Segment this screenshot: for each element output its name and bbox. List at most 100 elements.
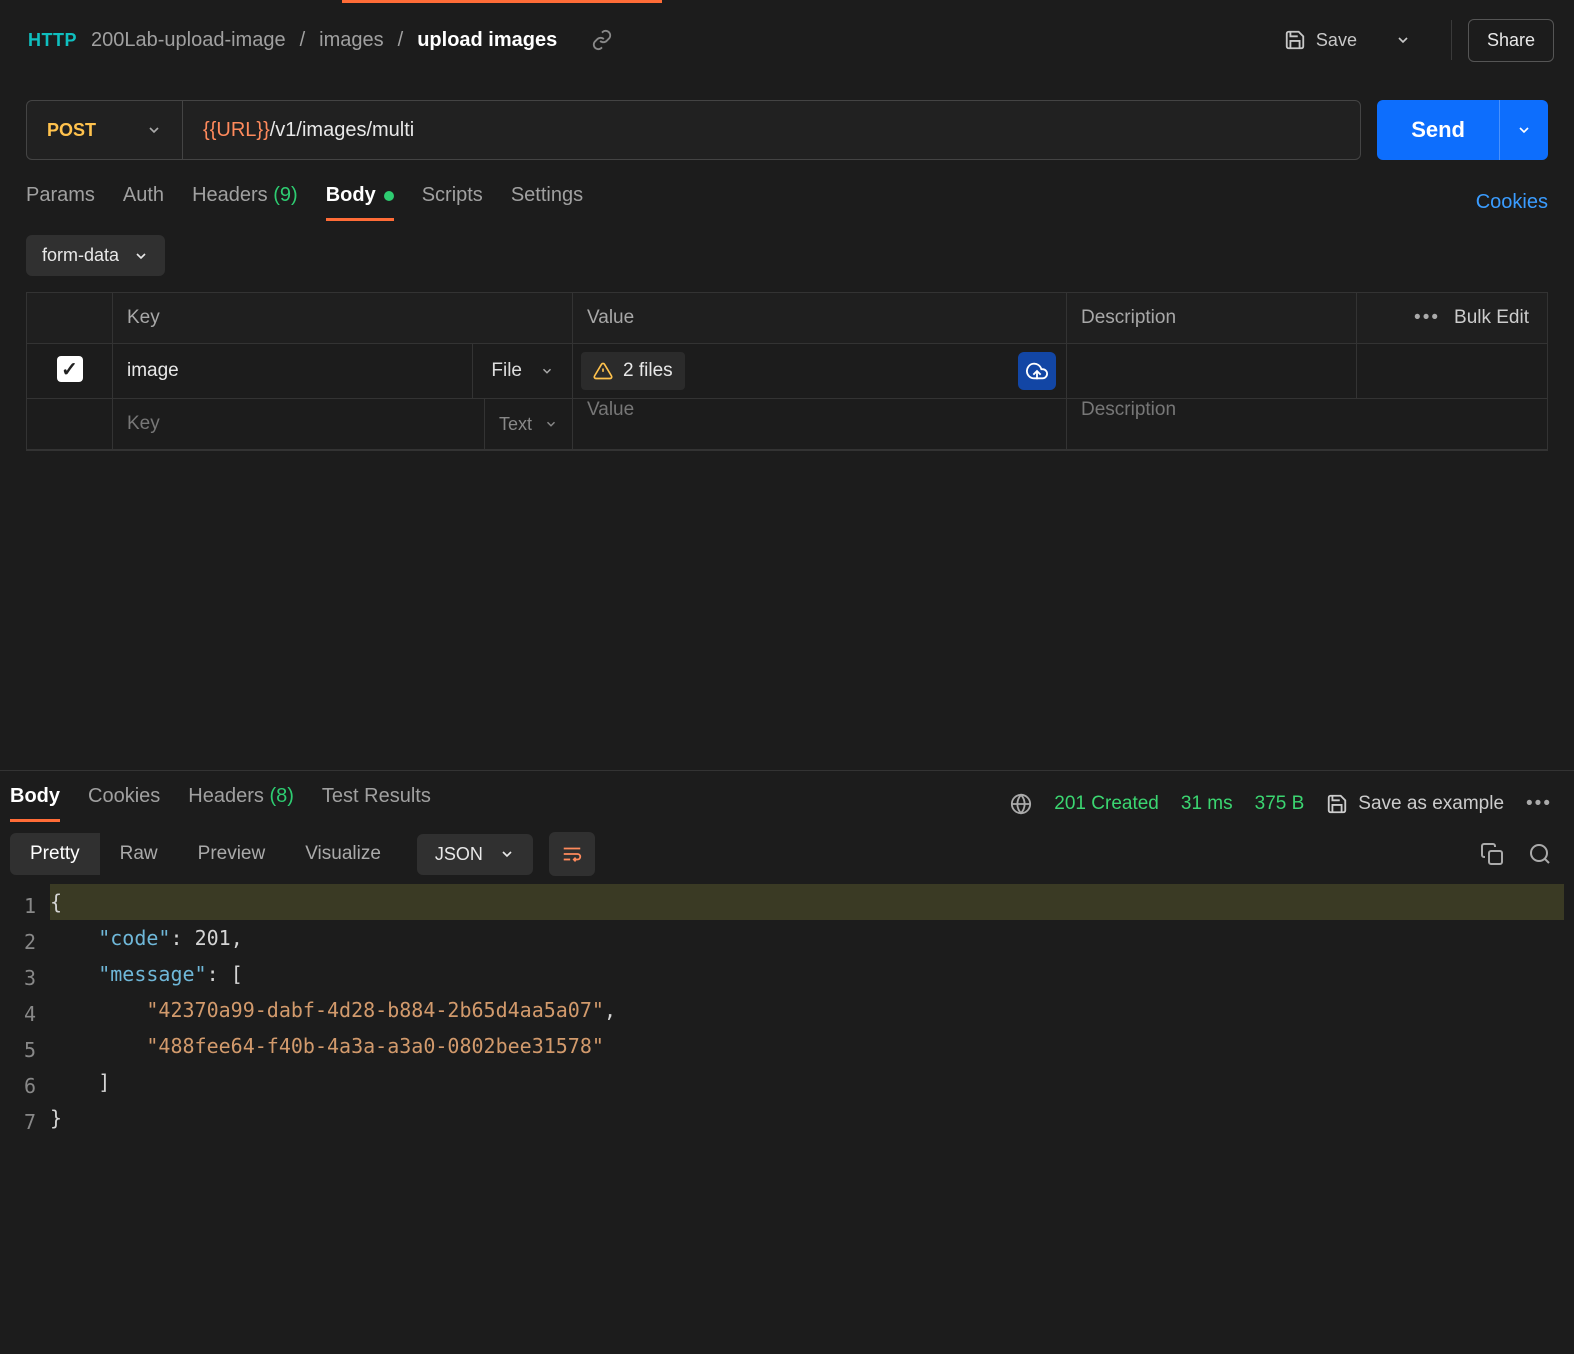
row-end [1357, 344, 1547, 398]
line-number: 3 [24, 960, 36, 996]
resp-tab-cookies[interactable]: Cookies [88, 785, 160, 822]
line-number: 1 [24, 888, 36, 924]
more-icon[interactable]: ••• [1414, 307, 1440, 329]
resp-tab-headers[interactable]: Headers (8) [188, 785, 294, 822]
desc-cell: Description [1067, 399, 1547, 449]
mode-pretty[interactable]: Pretty [10, 833, 100, 875]
right-icons [1480, 842, 1552, 866]
wrap-lines-button[interactable] [549, 832, 595, 876]
mode-visualize-label: Visualize [305, 843, 381, 864]
response-time: 31 ms [1181, 793, 1233, 815]
desc-input[interactable]: Description [1067, 385, 1190, 434]
tab-scripts-label: Scripts [422, 184, 483, 206]
http-icon: HTTP [28, 30, 77, 51]
row-checkbox-cell: ✓ [27, 344, 113, 398]
cloud-upload-icon[interactable] [1018, 352, 1056, 390]
line-number: 6 [24, 1068, 36, 1104]
key-cell: Key Text [113, 399, 573, 449]
code-line: { [50, 884, 1564, 920]
value-input[interactable]: Value [573, 385, 648, 434]
line-number: 2 [24, 924, 36, 960]
resp-tab-headers-label: Headers [188, 785, 264, 807]
tab-settings-label: Settings [511, 184, 583, 206]
cookies-link[interactable]: Cookies [1476, 191, 1548, 214]
breadcrumb-mid[interactable]: images [319, 29, 383, 52]
key-type-select[interactable]: File [472, 344, 572, 398]
tab-scripts[interactable]: Scripts [422, 184, 483, 221]
col-value-header: Value [573, 293, 1067, 343]
header-right: Save Share [1272, 19, 1554, 62]
response-tabs: Body Cookies Headers (8) Test Results [10, 785, 431, 822]
code-line: "message": [ [50, 956, 1564, 992]
tab-auth[interactable]: Auth [123, 184, 164, 221]
mode-pretty-label: Pretty [30, 843, 80, 864]
mode-raw[interactable]: Raw [100, 833, 178, 875]
table-header: Key Value Description ••• Bulk Edit [27, 293, 1547, 344]
line-number: 7 [24, 1104, 36, 1140]
tab-headers[interactable]: Headers (9) [192, 184, 298, 221]
send-button[interactable]: Send [1377, 100, 1499, 160]
breadcrumb-root[interactable]: 200Lab-upload-image [91, 29, 286, 52]
key-input[interactable]: image [113, 346, 193, 396]
code-area: 1 2 3 4 5 6 7 { "code": 201, "message": … [10, 884, 1564, 1144]
modified-dot-icon [384, 191, 394, 201]
breadcrumb-leaf[interactable]: upload images [417, 29, 557, 52]
mode-visualize[interactable]: Visualize [285, 833, 401, 875]
tab-body[interactable]: Body [326, 184, 394, 221]
cookies-label: Cookies [1476, 191, 1548, 213]
body-type-label: form-data [42, 245, 119, 266]
url-variable: {{URL}} [203, 119, 270, 142]
method-select[interactable]: POST [27, 101, 183, 159]
resp-tab-test-results[interactable]: Test Results [322, 785, 431, 822]
table-row: ✓ image File 2 files [27, 344, 1547, 399]
resp-tab-test-results-label: Test Results [322, 785, 431, 807]
response-size: 375 B [1255, 793, 1305, 815]
share-button[interactable]: Share [1468, 19, 1554, 62]
resp-tab-body-label: Body [10, 785, 60, 807]
tab-settings[interactable]: Settings [511, 184, 583, 221]
tab-headers-count: (9) [273, 184, 297, 206]
status-code: 201 Created [1054, 793, 1159, 815]
share-label: Share [1487, 30, 1535, 50]
bulk-edit-button[interactable]: Bulk Edit [1454, 307, 1529, 329]
link-icon[interactable] [591, 29, 613, 51]
response-top-row: Body Cookies Headers (8) Test Results 20… [0, 770, 1574, 822]
tab-params-label: Params [26, 184, 95, 206]
code-line: "488fee64-f40b-4a3a-a3a0-0802bee31578" [50, 1028, 1564, 1064]
header: HTTP 200Lab-upload-image / images / uplo… [0, 0, 1574, 80]
warning-icon [593, 361, 613, 381]
key-input[interactable]: Key [113, 399, 174, 449]
table-row: Key Text Value Description [27, 399, 1547, 450]
mode-preview[interactable]: Preview [178, 833, 286, 875]
resp-tab-body[interactable]: Body [10, 785, 60, 822]
send-button-group: Send [1377, 100, 1548, 160]
key-type-label: Text [499, 414, 532, 435]
globe-icon[interactable] [1010, 793, 1032, 815]
save-as-example-button[interactable]: Save as example [1326, 793, 1504, 815]
url-path: /v1/images/multi [270, 119, 415, 142]
tab-body-label: Body [326, 184, 376, 206]
breadcrumb: HTTP 200Lab-upload-image / images / uplo… [28, 29, 613, 52]
search-icon[interactable] [1528, 842, 1552, 866]
format-label: JSON [435, 844, 483, 865]
line-gutter: 1 2 3 4 5 6 7 [10, 884, 50, 1144]
mode-raw-label: Raw [120, 843, 158, 864]
save-button[interactable]: Save [1272, 21, 1369, 59]
form-data-table: Key Value Description ••• Bulk Edit ✓ im… [26, 292, 1548, 451]
tab-headers-label: Headers [192, 184, 268, 206]
more-icon[interactable]: ••• [1526, 793, 1552, 815]
key-type-select[interactable]: Text [484, 399, 572, 449]
save-dropdown[interactable] [1383, 24, 1423, 56]
code-lines[interactable]: { "code": 201, "message": [ "42370a99-da… [50, 884, 1564, 1144]
copy-icon[interactable] [1480, 842, 1504, 866]
row-checkbox[interactable]: ✓ [57, 356, 83, 382]
tab-params[interactable]: Params [26, 184, 95, 221]
body-type-select[interactable]: form-data [26, 235, 165, 276]
tab-auth-label: Auth [123, 184, 164, 206]
send-dropdown[interactable] [1499, 100, 1548, 160]
url-input[interactable]: {{URL}}/v1/images/multi [183, 101, 1360, 159]
response-section: Body Cookies Headers (8) Test Results 20… [0, 770, 1574, 1354]
mode-group: Pretty Raw Preview Visualize [10, 833, 401, 875]
format-select[interactable]: JSON [417, 834, 533, 875]
line-number: 5 [24, 1032, 36, 1068]
